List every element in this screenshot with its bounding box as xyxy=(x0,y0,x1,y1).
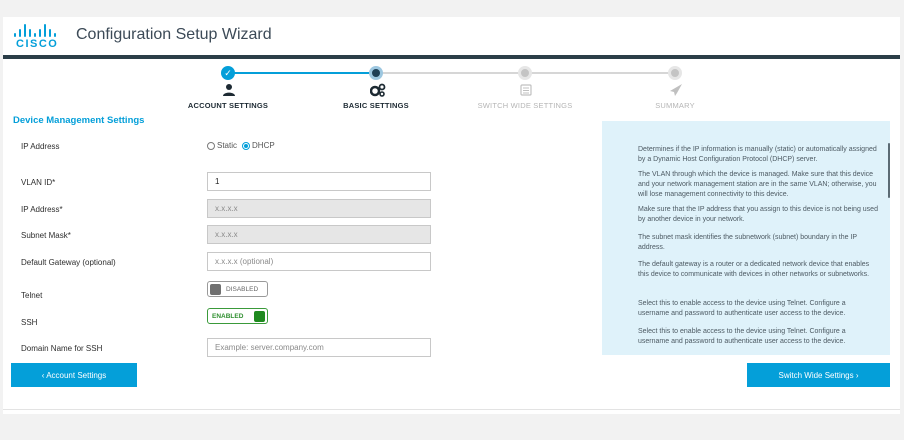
vlan-id-label: VLAN ID* xyxy=(21,178,56,187)
help-panel-scrollbar[interactable] xyxy=(888,143,890,198)
ip-address-input xyxy=(207,199,431,218)
help-text-vlan-id: The VLAN through which the device is man… xyxy=(638,171,877,198)
page-title: Configuration Setup Wizard xyxy=(76,26,272,43)
header-divider xyxy=(3,55,900,59)
telnet-toggle[interactable]: DISABLED xyxy=(207,281,268,297)
default-gateway-label: Default Gateway (optional) xyxy=(21,258,116,267)
next-switch-wide-settings-button[interactable]: Switch Wide Settings › xyxy=(747,363,890,387)
ssh-toggle-knob xyxy=(254,310,265,322)
domain-name-ssh-label: Domain Name for SSH xyxy=(21,344,103,353)
step-dot-summary xyxy=(668,66,682,80)
help-text-telnet: Select this to enable access to the devi… xyxy=(638,300,846,317)
ssh-toggle[interactable]: ENABLED xyxy=(207,308,268,324)
ip-address-label: IP Address* xyxy=(21,205,63,214)
help-text-default-gateway: The default gateway is a router or a ded… xyxy=(638,261,870,278)
paper-plane-icon xyxy=(667,83,685,99)
help-text-ip-address: Make sure that the IP address that you a… xyxy=(638,206,878,223)
wizard-stepper: ✓ ACCOUNT SETTINGS BASIC SETTINGS SWITCH… xyxy=(3,61,900,117)
vlan-id-input[interactable] xyxy=(207,172,431,191)
step-label-summary: SUMMARY xyxy=(655,101,695,110)
cisco-logo-bars xyxy=(14,23,64,37)
cisco-logo-word: CISCO xyxy=(16,38,59,50)
back-account-settings-button[interactable]: ‹ Account Settings xyxy=(11,363,137,387)
subnet-mask-input xyxy=(207,225,431,244)
wizard-window: CISCO Configuration Setup Wizard ✓ ACCOU… xyxy=(3,17,900,414)
radio-static[interactable] xyxy=(207,141,215,150)
subnet-mask-label: Subnet Mask* xyxy=(21,231,71,240)
radio-dhcp-label[interactable]: DHCP xyxy=(252,141,275,150)
header: CISCO Configuration Setup Wizard xyxy=(3,17,900,55)
radio-dhcp[interactable] xyxy=(242,141,251,150)
step-connector-3 xyxy=(525,72,675,74)
help-text-ip-address-mode: Determines if the IP information is manu… xyxy=(638,146,877,163)
user-icon xyxy=(220,83,238,99)
radio-static-label[interactable]: Static xyxy=(217,141,237,150)
ssh-toggle-state: ENABLED xyxy=(212,312,244,320)
default-gateway-input[interactable] xyxy=(207,252,431,271)
telnet-toggle-state: DISABLED xyxy=(226,285,259,293)
ip-address-mode-radio-group: Static DHCP xyxy=(207,141,280,150)
ssh-label: SSH xyxy=(21,318,38,327)
step-dot-basic-settings[interactable] xyxy=(369,66,383,80)
domain-name-ssh-input[interactable] xyxy=(207,338,431,357)
step-connector-2 xyxy=(377,72,525,74)
step-label-basic-settings: BASIC SETTINGS xyxy=(343,101,409,110)
step-dot-account-settings[interactable]: ✓ xyxy=(221,66,235,80)
help-panel: Determines if the IP information is manu… xyxy=(602,121,890,355)
section-title: Device Management Settings xyxy=(13,115,145,126)
step-label-switch-wide-settings: SWITCH WIDE SETTINGS xyxy=(477,101,573,110)
step-dot-switch-wide-settings xyxy=(518,66,532,80)
help-text-ssh: Select this to enable access to the devi… xyxy=(638,328,846,345)
footer-divider xyxy=(3,409,900,410)
help-text-subnet-mask: The subnet mask identifies the subnetwor… xyxy=(638,234,857,251)
telnet-label: Telnet xyxy=(21,291,43,300)
switch-icon xyxy=(517,83,535,99)
step-connector-1 xyxy=(229,72,377,74)
telnet-toggle-knob xyxy=(210,283,221,295)
cisco-logo: CISCO xyxy=(14,23,64,51)
gears-icon xyxy=(369,83,387,99)
ip-address-mode-label: IP Address xyxy=(21,142,60,151)
step-label-account-settings: ACCOUNT SETTINGS xyxy=(187,101,269,110)
